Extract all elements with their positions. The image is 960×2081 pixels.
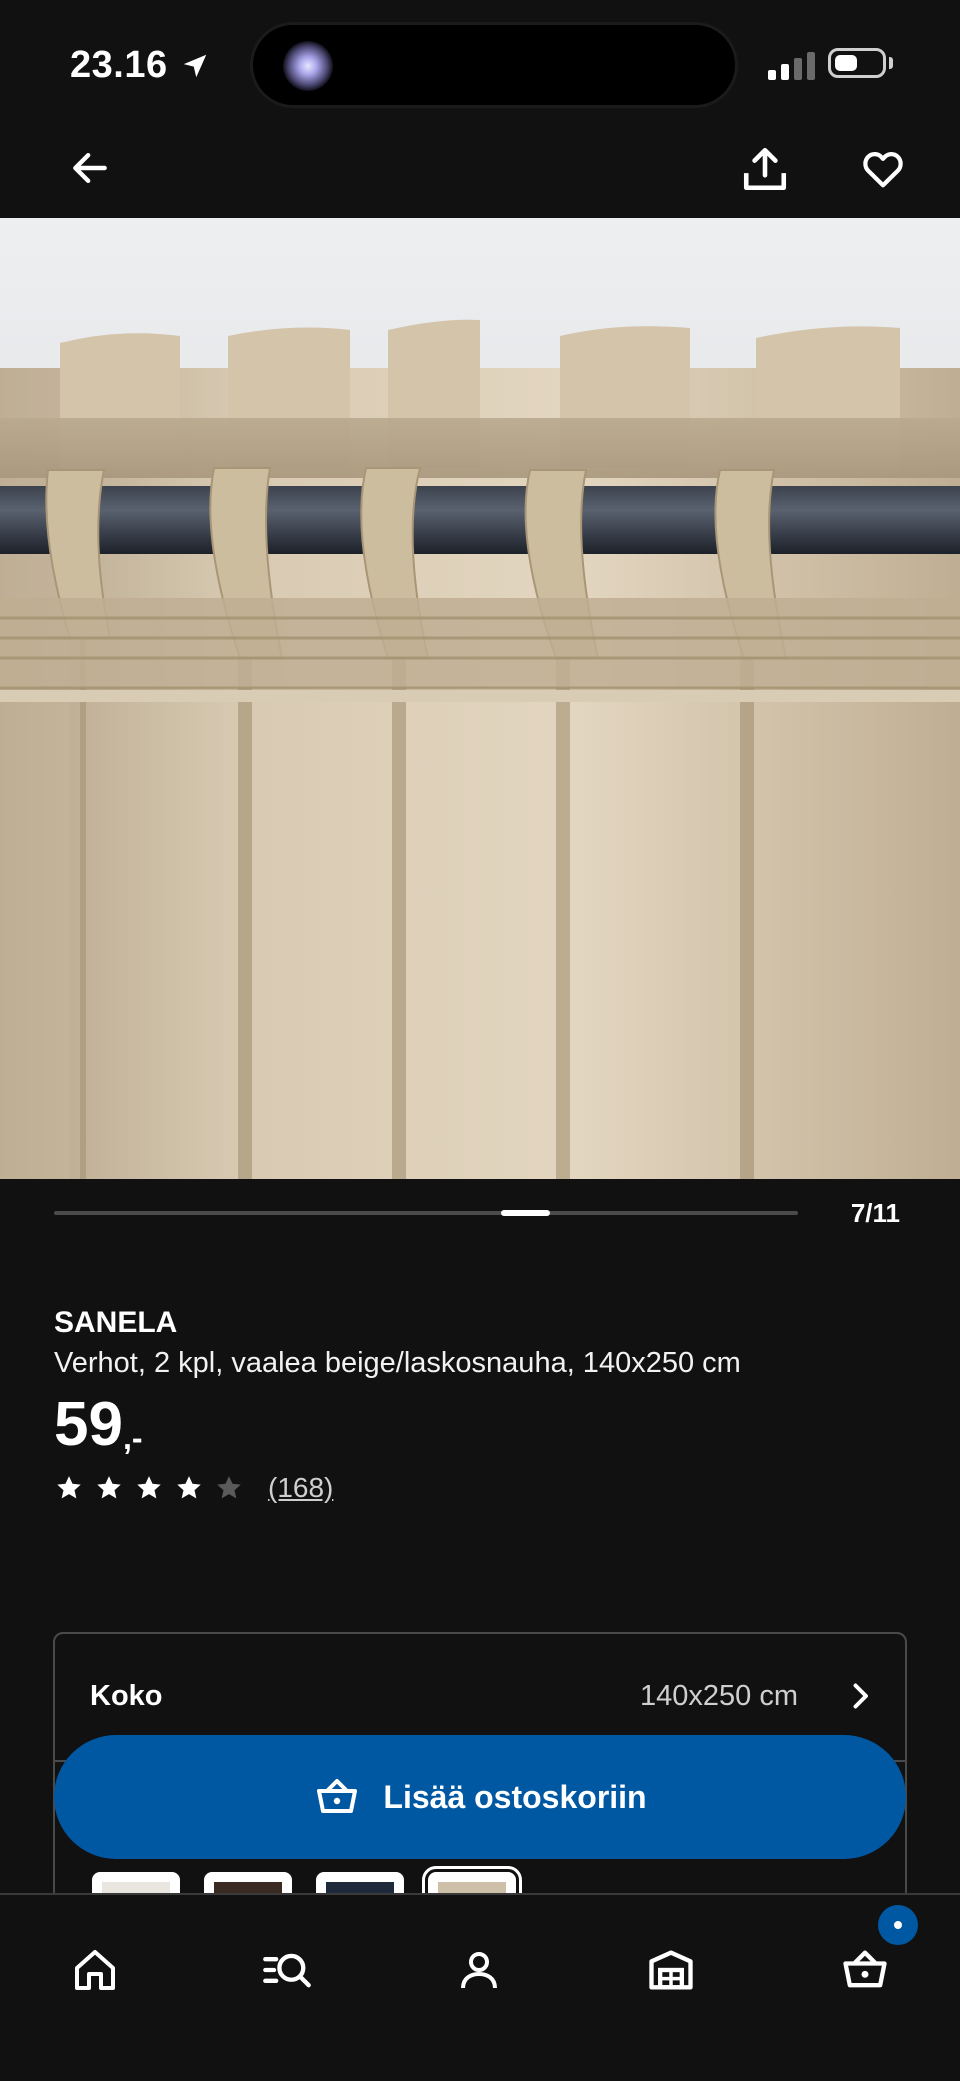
cart-icon xyxy=(843,1950,887,1988)
star-empty-icon xyxy=(217,1476,241,1499)
product-name: SANELA xyxy=(54,1306,178,1339)
price-main: 59 xyxy=(54,1390,123,1459)
star-filled-icon xyxy=(177,1476,201,1499)
nav-profile[interactable] xyxy=(444,1935,514,2005)
profile-icon xyxy=(461,1952,497,1989)
store-icon xyxy=(649,1950,693,1990)
status-time-text: 23.16 xyxy=(70,44,168,86)
price-suffix: ,- xyxy=(122,1420,143,1456)
arrow-left-icon xyxy=(73,152,107,184)
star-filled-icon xyxy=(97,1476,121,1499)
share-icon xyxy=(743,147,787,191)
battery-nub xyxy=(889,57,893,69)
location-arrow-icon xyxy=(183,54,206,77)
add-to-cart-label: Lisää ostoskoriin xyxy=(383,1778,647,1815)
star-filled-icon xyxy=(57,1476,81,1499)
battery-icon xyxy=(828,48,886,78)
dynamic-island xyxy=(250,22,738,108)
star-filled-icon xyxy=(137,1476,161,1499)
product-image[interactable] xyxy=(0,218,960,1179)
product-rating[interactable]: (168) xyxy=(54,1472,333,1504)
gallery-progress-indicator xyxy=(501,1210,550,1216)
home-icon xyxy=(75,1950,115,1990)
curtain-photo xyxy=(0,218,960,1179)
nav-search[interactable] xyxy=(252,1935,322,2005)
status-bar-time: 23.16 xyxy=(70,44,210,87)
flashlight-indicator-icon xyxy=(283,41,333,91)
gallery-counter: 7/11 xyxy=(850,1198,900,1228)
product-description: Verhot, 2 kpl, vaalea beige/laskosnauha,… xyxy=(54,1347,741,1379)
heart-icon xyxy=(863,152,903,188)
cart-badge-dot xyxy=(894,1921,902,1929)
share-button[interactable] xyxy=(730,134,800,204)
basket-icon xyxy=(317,1779,358,1813)
cart-badge xyxy=(878,1905,918,1945)
favorite-button[interactable] xyxy=(848,134,918,204)
nav-stores[interactable] xyxy=(636,1935,706,2005)
battery-level xyxy=(835,55,857,71)
size-option-value[interactable]: 140x250 cm xyxy=(560,1680,798,1713)
cellular-signal-icon xyxy=(768,52,815,80)
back-button[interactable] xyxy=(60,138,120,198)
nav-home[interactable] xyxy=(60,1935,130,2005)
gallery-progress-track xyxy=(54,1210,798,1216)
search-list-icon xyxy=(263,1953,311,1988)
nav-cart[interactable] xyxy=(830,1935,900,2005)
chevron-right-icon[interactable] xyxy=(842,1678,878,1714)
add-to-cart-button[interactable]: Lisää ostoskoriin xyxy=(54,1735,906,1859)
product-price: 59 ,- xyxy=(54,1390,143,1460)
bottom-navigation xyxy=(0,1893,960,2081)
size-option-label[interactable]: Koko xyxy=(90,1680,163,1713)
review-count-link[interactable]: (168) xyxy=(268,1472,333,1504)
